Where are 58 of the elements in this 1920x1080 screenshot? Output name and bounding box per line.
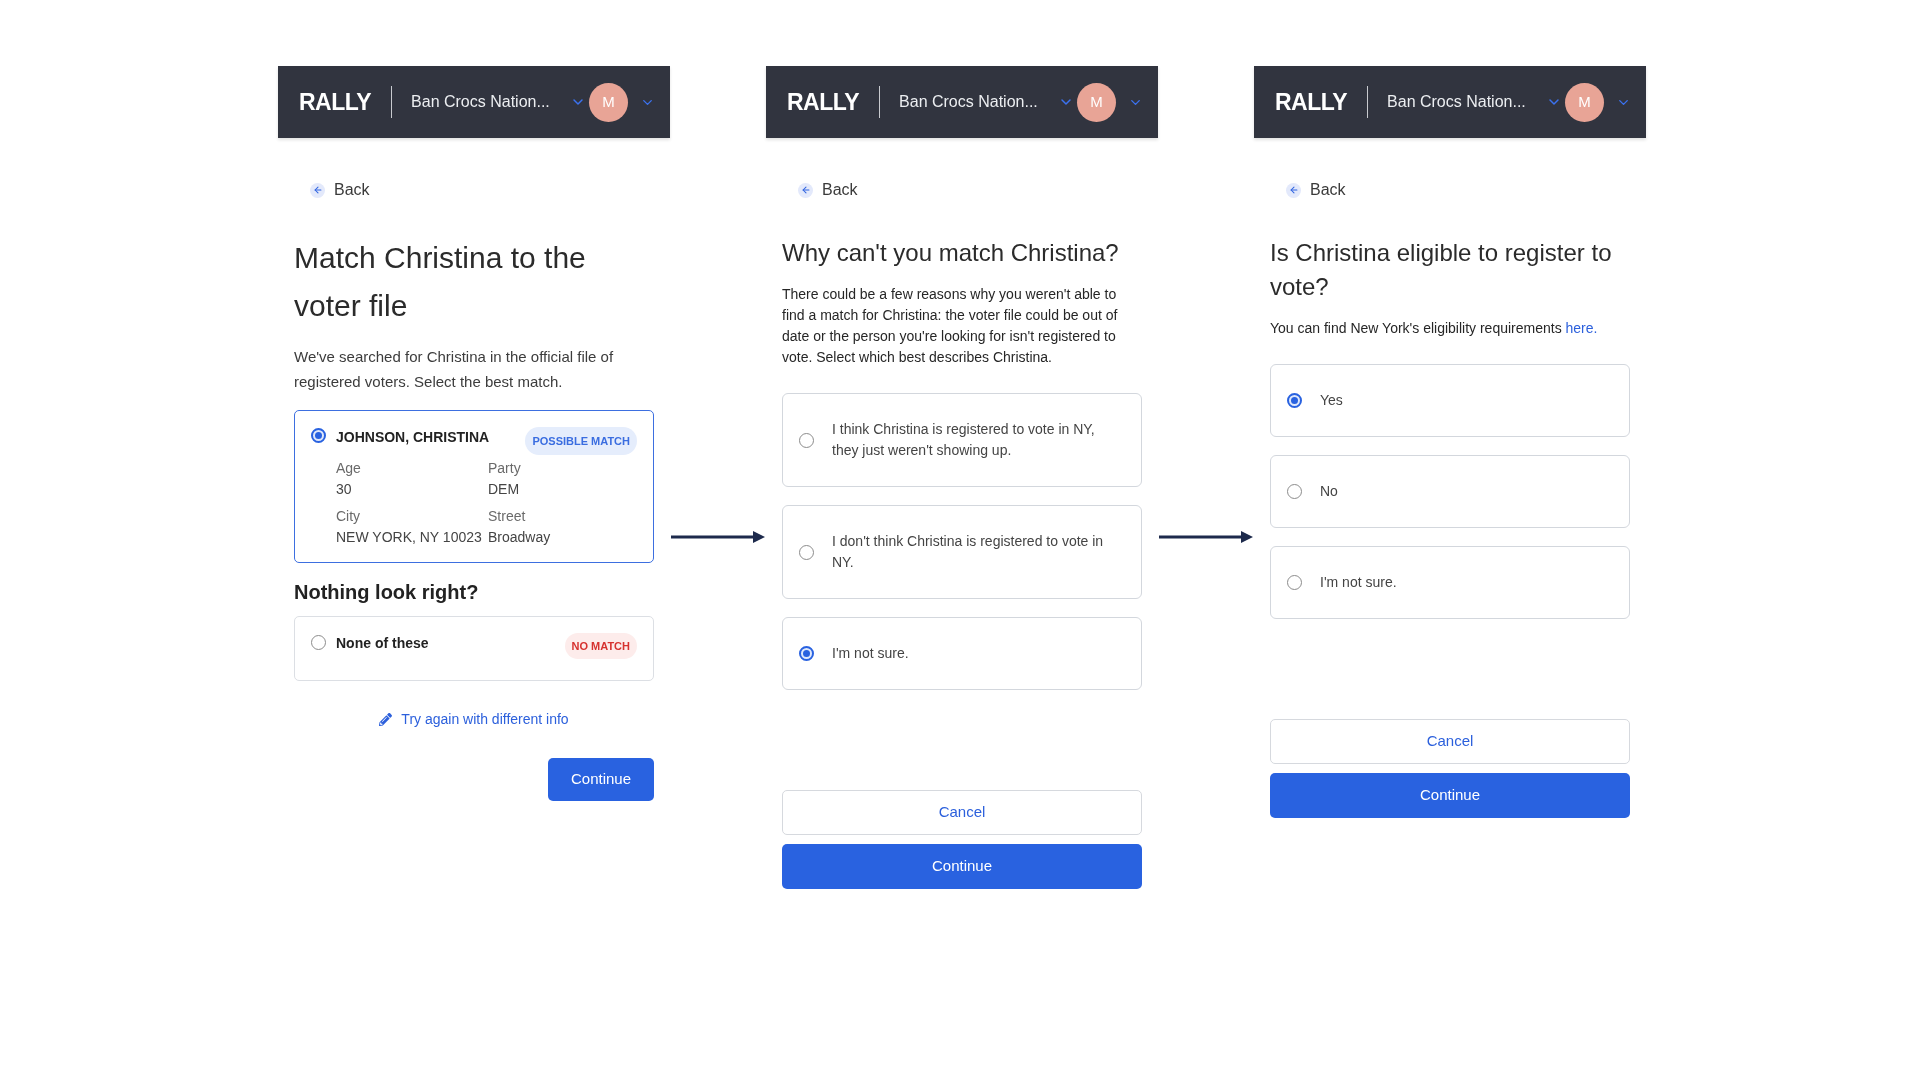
field-label: Age (336, 459, 361, 478)
description: There could be a few reasons why you weren't able to find a match for Christina: the voter file could be out of date or the person you're looking for isn't registered to vote. Select which best describes Christina. (782, 285, 1119, 367)
option-label: I think Christina is registered to vote in NY, they just weren't showing up. (832, 420, 1096, 460)
page-title: Why can't you match Christina? (782, 238, 1120, 268)
app-logo[interactable]: RALLY (787, 90, 860, 114)
radio-button[interactable] (1287, 393, 1302, 408)
continue-button[interactable]: Continue (1270, 773, 1630, 818)
option-card[interactable]: Yes (1270, 364, 1630, 437)
field-value: NEW YORK, NY 10023 (336, 528, 482, 547)
option-card[interactable]: I think Christina is registered to vote in NY, they just weren't showing up. (782, 393, 1142, 487)
cancel-button[interactable]: Cancel (782, 790, 1142, 835)
cancel-button[interactable]: Cancel (1270, 719, 1630, 764)
field-label: City (336, 507, 361, 526)
option-card[interactable]: I'm not sure. (1270, 546, 1630, 619)
option-card[interactable]: None of these NO MATCH (294, 616, 654, 681)
page-title: Is Christina eligible to register to vote? (1270, 238, 1613, 302)
radio-button[interactable] (1287, 575, 1302, 590)
field-label: Street (488, 507, 526, 526)
field-label: Party (488, 459, 521, 478)
option-label: I'm not sure. (832, 644, 909, 663)
voter-name: JOHNSON, CHRISTINA (336, 428, 490, 447)
continue-button[interactable]: Continue (782, 844, 1142, 889)
option-label: None of these (336, 634, 429, 653)
radio-button[interactable] (799, 544, 814, 560)
back-link[interactable]: Back (310, 178, 370, 202)
description: You can find New York's eligibility requirements here. (1270, 319, 1599, 338)
field-value: Broadway (488, 528, 551, 547)
option-label: Yes (1320, 391, 1343, 410)
field-value: 30 (336, 480, 352, 499)
pencil-icon (379, 712, 393, 726)
option-card[interactable]: I'm not sure. (782, 617, 1142, 690)
field-value: DEM (488, 480, 520, 499)
organization-selector[interactable]: Ban Crocs Nation... (1387, 90, 1562, 114)
app-logo[interactable]: RALLY (1275, 90, 1348, 114)
radio-button[interactable] (799, 432, 814, 448)
radio-button[interactable] (311, 635, 326, 650)
text-link[interactable]: here. (1565, 320, 1598, 336)
radio-button[interactable] (799, 646, 814, 661)
radio-button[interactable] (311, 428, 326, 443)
description: We've searched for Christina in the official file of registered voters. Select the best match. (294, 347, 615, 392)
continue-button[interactable]: Continue (548, 758, 654, 801)
option-label: No (1320, 482, 1338, 501)
organization-selector[interactable]: Ban Crocs Nation... (899, 90, 1074, 114)
organization-selector[interactable]: Ban Crocs Nation... (411, 90, 586, 114)
status-badge: POSSIBLE MATCH (525, 427, 637, 455)
status-badge: NO MATCH (564, 633, 637, 659)
retry-link[interactable]: Try again with different info (379, 709, 569, 729)
back-link[interactable]: Back (1286, 178, 1346, 202)
voter-match-card[interactable]: JOHNSON, CHRISTINA POSSIBLE MATCH Age 30 Party DEM City NEW YORK, NY 10023 Street Broadway (294, 410, 654, 563)
option-card[interactable]: I don't think Christina is registered to vote in NY. (782, 505, 1142, 599)
option-label: I don't think Christina is registered to vote in NY. (832, 532, 1105, 572)
option-card[interactable]: No (1270, 455, 1630, 528)
section-heading: Nothing look right? (294, 580, 480, 605)
option-label: I'm not sure. (1320, 573, 1397, 592)
back-link[interactable]: Back (798, 178, 858, 202)
page-title: Match Christina to the voter file (294, 240, 587, 324)
app-logo[interactable]: RALLY (299, 90, 372, 114)
radio-button[interactable] (1287, 484, 1302, 499)
